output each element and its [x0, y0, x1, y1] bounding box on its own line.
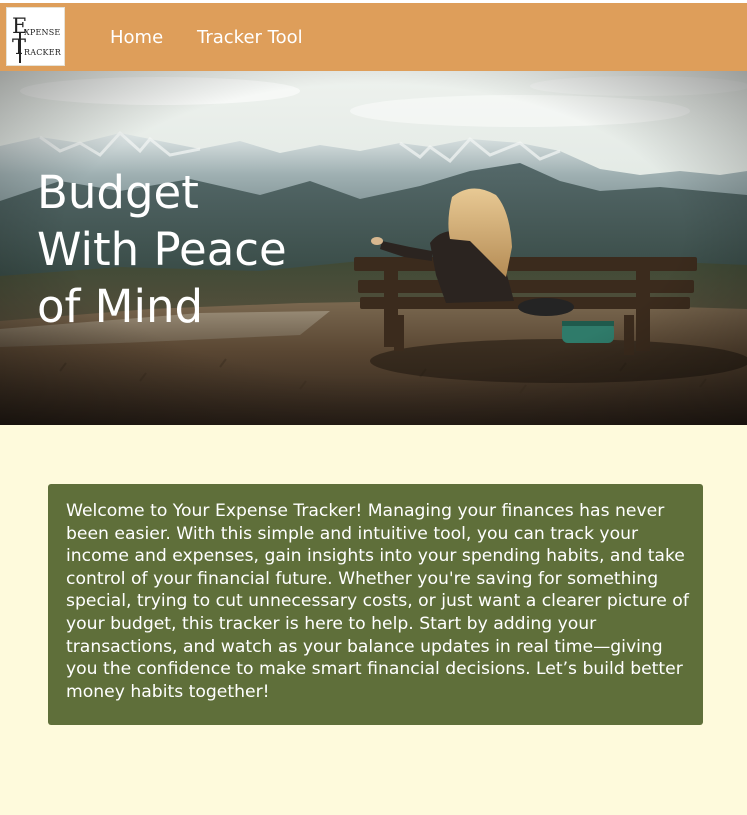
welcome-text: Welcome to Your Expense Tracker! Managin…	[66, 501, 689, 702]
nav-link-home[interactable]: Home	[110, 27, 163, 49]
page: E XPENSE T RACKER Home Tracker Tool Budg…	[0, 0, 747, 815]
hero-title-line-3: of Mind	[37, 280, 204, 333]
welcome-card: Welcome to Your Expense Tracker! Managin…	[48, 484, 703, 725]
hero-banner: Budget With Peace of Mind	[0, 71, 747, 425]
logo-word-expense: XPENSE	[24, 28, 61, 37]
hero-title: Budget With Peace of Mind	[37, 164, 337, 335]
expense-tracker-logo[interactable]: E XPENSE T RACKER	[6, 7, 65, 66]
nav-link-tracker-tool[interactable]: Tracker Tool	[197, 27, 303, 49]
hero-title-line-2: With Peace	[37, 223, 287, 276]
navbar: E XPENSE T RACKER Home Tracker Tool	[0, 3, 747, 71]
logo-word-tracker: RACKER	[24, 48, 61, 57]
hero-title-line-1: Budget	[37, 166, 199, 219]
